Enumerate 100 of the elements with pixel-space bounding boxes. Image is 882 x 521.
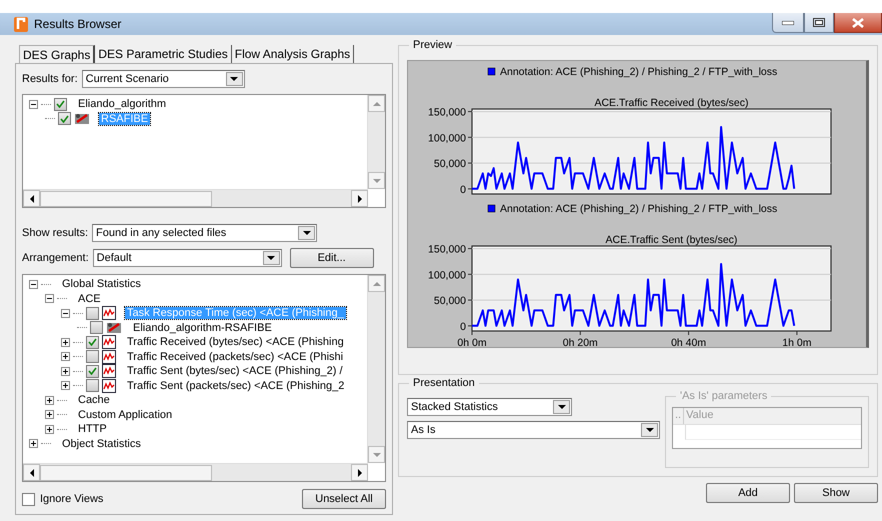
chart-legend: Annotation: ACE (Phishing_2) / Phishing_2 / FTP_with_loss xyxy=(488,66,778,78)
tree-item[interactable]: Object Statistics xyxy=(60,438,143,450)
checkbox[interactable] xyxy=(86,350,99,364)
graph-icon xyxy=(102,350,116,364)
down-arrow-icon xyxy=(372,452,380,456)
x-tick-label: 0h 40m xyxy=(671,337,706,347)
left-arrow-icon xyxy=(30,194,34,202)
chart-title: ACE.Traffic Sent (bytes/sec) xyxy=(606,234,738,246)
right-arrow-icon xyxy=(358,468,362,476)
checkbox[interactable] xyxy=(54,98,67,111)
maximize-icon xyxy=(813,18,825,27)
dropdown[interactable]: As Is xyxy=(407,421,660,439)
checkbox[interactable] xyxy=(86,336,99,349)
group-title: 'As Is' parameters xyxy=(676,390,772,402)
column-header: .. xyxy=(673,408,684,424)
group-title: Presentation xyxy=(409,377,479,389)
collapse-icon[interactable] xyxy=(29,280,38,289)
checkbox[interactable] xyxy=(86,306,99,320)
expand-icon[interactable] xyxy=(45,410,54,420)
expand-icon[interactable] xyxy=(45,424,54,434)
checkbox[interactable] xyxy=(86,379,99,392)
y-tick-label: 50,000 xyxy=(434,295,466,308)
graph-icon xyxy=(102,306,116,320)
chart-title: ACE.Traffic Received (bytes/sec) xyxy=(594,97,749,109)
action-button[interactable]: Add xyxy=(706,483,790,503)
expand-icon[interactable] xyxy=(61,352,70,362)
edit-button[interactable]: Edit... xyxy=(290,248,374,268)
scrollbar-thumb[interactable] xyxy=(40,190,212,206)
expand-icon[interactable] xyxy=(61,381,70,390)
minimize-button[interactable] xyxy=(772,13,804,33)
checkbox[interactable] xyxy=(58,112,71,126)
dropdown[interactable]: Found in any selected files xyxy=(92,224,318,242)
down-arrow-icon xyxy=(372,178,380,182)
action-button[interactable]: Show xyxy=(794,483,878,503)
tab[interactable]: Flow Analysis Graphs xyxy=(232,45,354,63)
app-icon xyxy=(14,16,28,32)
dropdown[interactable]: Default xyxy=(92,249,282,267)
tree-item[interactable]: Eliando_algorithm xyxy=(76,98,168,110)
field-label: Show results: xyxy=(22,227,88,239)
checkbox[interactable] xyxy=(86,364,99,378)
tree-item[interactable]: Traffic Received (bytes/sec) <ACE (Phishing xyxy=(125,336,346,348)
horizontal-scrollbar[interactable] xyxy=(23,189,368,207)
graph-icon xyxy=(102,335,116,350)
caret-icon xyxy=(267,256,276,260)
network-icon xyxy=(74,112,90,126)
tree-item[interactable]: Cache xyxy=(76,394,112,406)
tree-item[interactable]: Global Statistics xyxy=(60,278,143,290)
dropdown[interactable]: Current Scenario xyxy=(82,70,245,88)
checkbox[interactable] xyxy=(90,321,103,334)
minimize-icon xyxy=(782,20,794,24)
tree-item[interactable]: HTTP xyxy=(76,423,109,436)
graph-icon xyxy=(102,364,116,378)
tree-item[interactable]: Traffic Received (packets/sec) <ACE (Phishi xyxy=(125,350,346,363)
tree-item[interactable]: Eliando_algorithm-RSAFIBE xyxy=(131,322,274,334)
column-header: Value xyxy=(685,408,714,423)
checkbox[interactable] xyxy=(22,492,35,506)
dropdown[interactable]: Stacked Statistics xyxy=(407,398,572,416)
expand-icon[interactable] xyxy=(61,366,70,376)
y-tick-label: 150,000 xyxy=(428,106,466,119)
up-arrow-icon xyxy=(372,282,380,286)
field-label: Results for: xyxy=(22,73,78,85)
caret-icon xyxy=(558,405,566,409)
collapse-icon[interactable] xyxy=(45,294,54,304)
scrollbar-thumb[interactable] xyxy=(40,464,212,480)
expand-icon[interactable] xyxy=(45,396,54,405)
vertical-scrollbar[interactable] xyxy=(367,95,385,189)
y-tick-label: 0 xyxy=(460,320,466,333)
y-tick-label: 50,000 xyxy=(434,158,466,170)
unselect-all-button[interactable]: Unselect All xyxy=(302,489,386,509)
tab[interactable]: DES Parametric Studies xyxy=(95,45,232,63)
up-arrow-icon xyxy=(372,102,380,106)
expand-icon[interactable] xyxy=(61,338,70,347)
close-icon xyxy=(851,18,865,28)
y-tick-label: 0 xyxy=(460,184,466,196)
vertical-scrollbar[interactable] xyxy=(367,275,385,463)
right-arrow-icon xyxy=(358,194,362,202)
caret-icon xyxy=(302,231,311,235)
maximize-button[interactable] xyxy=(804,13,834,33)
horizontal-scrollbar[interactable] xyxy=(23,463,368,481)
tab[interactable]: DES Graphs xyxy=(19,45,96,63)
y-tick-label: 150,000 xyxy=(428,244,466,256)
tree-item[interactable]: Traffic Sent (packets/sec) <ACE (Phishing_2 xyxy=(125,380,346,392)
window-title: Results Browser xyxy=(34,17,122,31)
tree-item[interactable]: ACE xyxy=(76,292,103,305)
tree-item[interactable]: Custom Application xyxy=(76,408,174,421)
collapse-icon[interactable] xyxy=(29,100,38,109)
y-tick-label: 100,000 xyxy=(428,269,466,282)
y-tick-label: 100,000 xyxy=(428,132,466,144)
x-tick-label: 0h 0m xyxy=(457,337,487,347)
expand-icon[interactable] xyxy=(29,439,38,448)
close-button[interactable] xyxy=(834,13,882,33)
collapse-icon[interactable] xyxy=(61,308,70,318)
caret-icon xyxy=(646,428,654,432)
graph-icon xyxy=(102,378,116,393)
field-label: Arrangement: xyxy=(22,252,89,264)
left-arrow-icon xyxy=(30,468,34,476)
chart-legend: Annotation: ACE (Phishing_2) / Phishing_2 / FTP_with_loss xyxy=(488,203,778,216)
group-title: Preview xyxy=(409,39,456,51)
tree-item[interactable]: Traffic Sent (bytes/sec) <ACE (Phishing_2) / xyxy=(125,365,345,378)
x-tick-label: 0h 20m xyxy=(562,337,598,347)
